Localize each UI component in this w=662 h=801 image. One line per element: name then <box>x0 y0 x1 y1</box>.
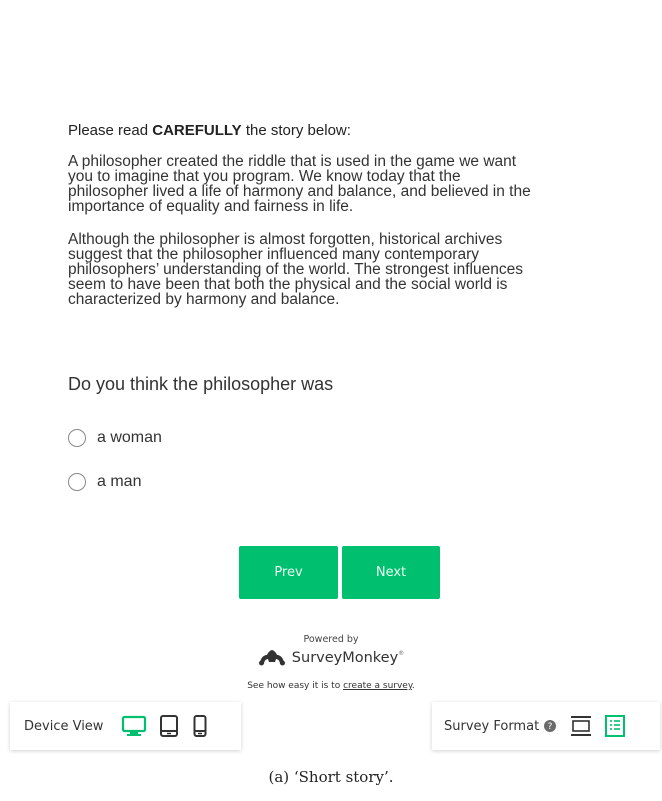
story-section: Please read CAREFULLY the story below: A… <box>68 122 608 325</box>
classic-format-icon[interactable] <box>570 715 592 737</box>
prev-button[interactable]: Prev <box>239 546 338 599</box>
story-paragraph-1: A philosopher created the riddle that is… <box>68 153 531 215</box>
next-button[interactable]: Next <box>342 546 440 599</box>
option-a-woman[interactable]: a woman <box>68 429 162 447</box>
radio-button[interactable] <box>68 429 86 447</box>
surveymonkey-logo-icon <box>258 650 285 666</box>
option-a-man[interactable]: a man <box>68 473 141 491</box>
powered-by-text: Powered by <box>303 634 359 645</box>
option-label: a woman <box>97 429 162 446</box>
story-paragraph-2: Although the philosopher is almost forgo… <box>68 231 523 308</box>
story-intro: Please read CAREFULLY the story below: <box>68 122 351 139</box>
brand-name: SurveyMonkey® <box>291 650 405 666</box>
create-survey-link[interactable]: create a survey <box>343 681 412 691</box>
svg-text:?: ? <box>548 722 553 732</box>
tablet-icon[interactable] <box>159 714 179 738</box>
surveymonkey-logo[interactable]: SurveyMonkey® <box>0 650 662 666</box>
survey-format-label: Survey Format <box>444 718 540 734</box>
survey-format-panel: Survey Format ? <box>432 702 660 750</box>
option-label: a man <box>97 473 142 490</box>
device-view-panel: Device View <box>10 702 241 750</box>
question-title: Do you think the philosopher was <box>68 374 334 394</box>
radio-button[interactable] <box>68 473 86 491</box>
desktop-icon[interactable] <box>121 715 147 737</box>
help-icon[interactable]: ? <box>544 720 557 732</box>
device-view-label: Device View <box>24 718 104 734</box>
mobile-icon[interactable] <box>193 714 207 738</box>
emphasis-carefully: CAREFULLY <box>152 122 242 139</box>
tagline: See how easy it is to create a survey. <box>247 681 415 691</box>
list-format-icon[interactable] <box>605 715 626 737</box>
figure-caption: (a) ‘Short story’. <box>268 768 394 786</box>
